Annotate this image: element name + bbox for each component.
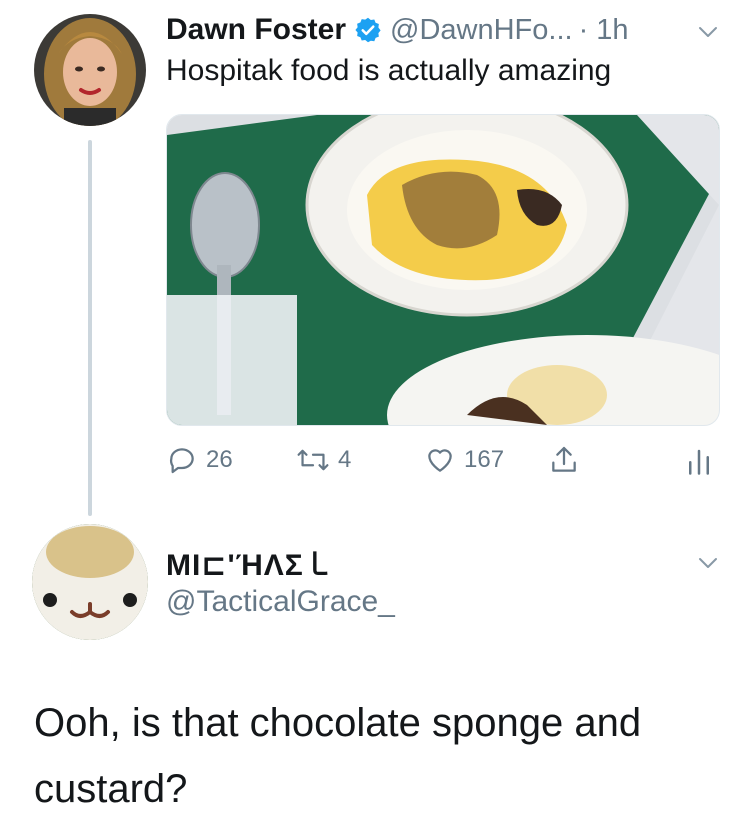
tweet-header: Dawn Foster @DawnHFo... · 1h bbox=[166, 10, 629, 50]
retweet-button[interactable]: 4 bbox=[296, 444, 351, 476]
author-handle[interactable]: @DawnHFo... bbox=[390, 14, 573, 47]
avatar-portrait-image bbox=[34, 14, 146, 126]
reply-author-name[interactable]: MI⊏'ΉΛΣ㇄ bbox=[166, 540, 335, 584]
author-avatar[interactable] bbox=[34, 14, 146, 126]
thread-connector-line bbox=[88, 140, 92, 516]
reply-button[interactable]: 26 bbox=[166, 444, 233, 476]
reply-icon bbox=[169, 448, 194, 474]
verified-badge-icon bbox=[354, 16, 382, 44]
reply-count: 26 bbox=[206, 446, 233, 473]
share-button[interactable] bbox=[548, 444, 580, 476]
analytics-icon bbox=[689, 449, 709, 475]
like-button[interactable]: 167 bbox=[424, 444, 504, 476]
reply-author-handle[interactable]: @TacticalGrace_ bbox=[166, 585, 395, 619]
photo-hospital-food-tray bbox=[167, 115, 719, 425]
like-count: 167 bbox=[464, 446, 505, 473]
author-name[interactable]: Dawn Foster bbox=[166, 13, 346, 47]
reply-text: Ooh, is that chocolate sponge and custar… bbox=[34, 701, 642, 811]
chevron-down-icon[interactable] bbox=[696, 551, 720, 575]
analytics-button[interactable] bbox=[686, 446, 712, 476]
retweet-icon bbox=[297, 449, 329, 471]
tweet-timestamp[interactable]: · 1h bbox=[579, 14, 629, 47]
reply-author-avatar[interactable] bbox=[32, 524, 148, 640]
heart-icon bbox=[428, 449, 452, 472]
chevron-down-icon[interactable] bbox=[696, 20, 720, 44]
share-icon bbox=[552, 446, 576, 472]
avatar-plush-alpaca-image bbox=[32, 524, 148, 640]
retweet-count: 4 bbox=[338, 446, 352, 473]
tweet-photo[interactable] bbox=[166, 114, 720, 426]
tweet-text: Hospitak food is actually amazing bbox=[166, 54, 612, 87]
